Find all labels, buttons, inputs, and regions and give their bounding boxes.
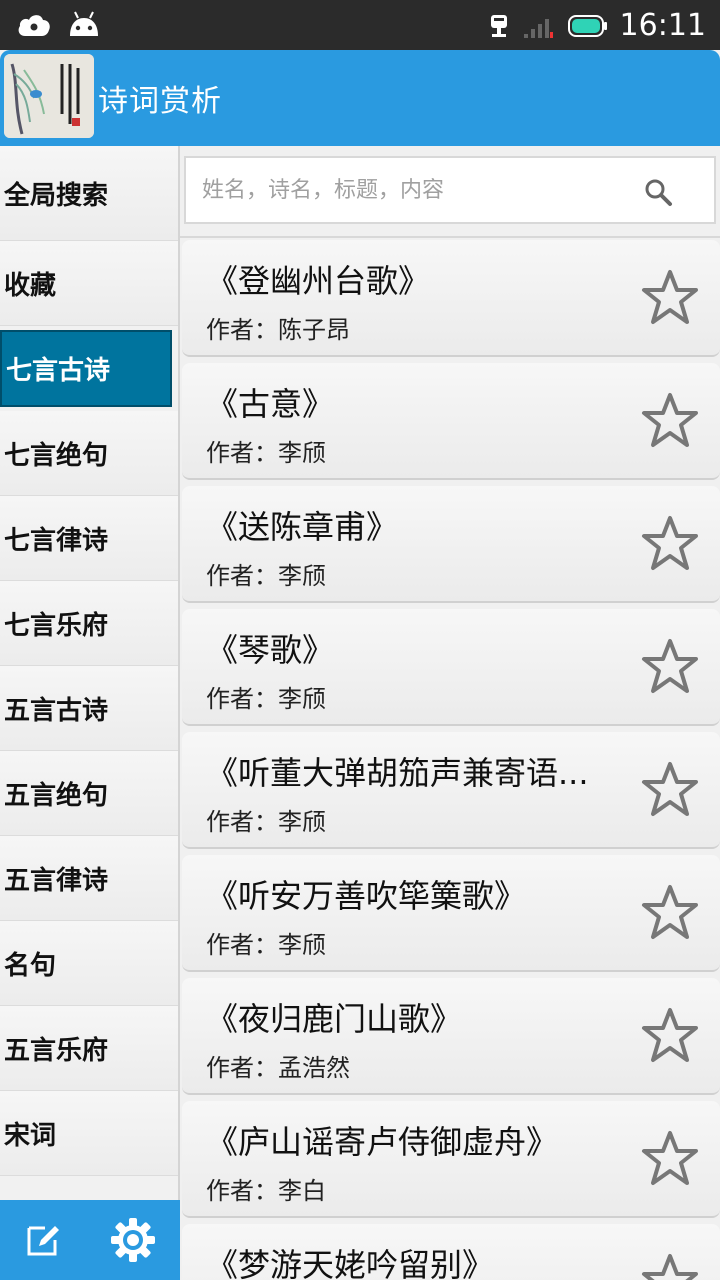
list-item[interactable]: 《登幽州台歌》 作者：陈子昂 (182, 240, 720, 357)
search-box (184, 156, 716, 224)
poem-author: 作者：孟浩然 (206, 1054, 350, 1082)
app-bar: 诗词赏析 (0, 50, 720, 146)
poem-author: 作者：李颀 (206, 931, 326, 959)
poem-title: 《古意》 (206, 385, 335, 423)
logo-painting-icon (4, 54, 94, 138)
battery-icon (567, 15, 607, 37)
poem-author: 作者：李颀 (206, 808, 326, 836)
poem-title: 《送陈章甫》 (206, 508, 399, 546)
sidebar-item-mingju[interactable]: 名句 (0, 921, 178, 1006)
star-outline-icon[interactable] (638, 1127, 702, 1191)
poem-title: 《庐山谣寄卢侍御虚舟》 (206, 1123, 559, 1161)
poem-title: 《梦游天姥吟留别》 (206, 1246, 495, 1280)
star-outline-icon[interactable] (638, 512, 702, 576)
sidebar-toolbar (0, 1200, 180, 1280)
list-item[interactable]: 《夜归鹿门山歌》 作者：孟浩然 (182, 978, 720, 1095)
list-item[interactable]: 《庐山谣寄卢侍御虚舟》 作者：李白 (182, 1101, 720, 1218)
poem-title: 《登幽州台歌》 (206, 262, 431, 300)
usb-debug-icon (490, 15, 507, 37)
star-outline-icon[interactable] (638, 266, 702, 330)
poem-title: 《听董大弹胡笳声兼寄语... (206, 754, 589, 792)
list-item[interactable]: 《琴歌》 作者：李颀 (182, 609, 720, 726)
sidebar-item-global-search[interactable]: 全局搜索 (0, 146, 178, 241)
sidebar-item-wuyan-lvshi[interactable]: 五言律诗 (0, 836, 178, 921)
poem-title: 《夜归鹿门山歌》 (206, 1000, 463, 1038)
list-item[interactable]: 《送陈章甫》 作者：李颀 (182, 486, 720, 603)
status-time: 16:11 (619, 8, 706, 43)
search-input[interactable] (202, 170, 622, 210)
sidebar-item-qiyan-lvshi[interactable]: 七言律诗 (0, 496, 178, 581)
poem-author: 作者：李颀 (206, 439, 326, 467)
sidebar-item-wuyan-gushi[interactable]: 五言古诗 (0, 666, 178, 751)
poem-author: 作者：李颀 (206, 685, 326, 713)
star-outline-icon[interactable] (638, 758, 702, 822)
list-item[interactable]: 《古意》 作者：李颀 (182, 363, 720, 480)
sidebar-item-qiyan-gushi[interactable]: 七言古诗 (0, 330, 172, 407)
poem-title: 《琴歌》 (206, 631, 335, 669)
poem-title: 《听安万善吹筚篥歌》 (206, 877, 527, 915)
sidebar-item-qiyan-yuefu[interactable]: 七言乐府 (0, 581, 178, 666)
list-item[interactable]: 《听董大弹胡笳声兼寄语... 作者：李颀 (182, 732, 720, 849)
star-outline-icon[interactable] (638, 1004, 702, 1068)
sidebar-item-favorites[interactable]: 收藏 (0, 241, 178, 326)
gear-icon[interactable] (108, 1215, 158, 1265)
poem-author: 作者：李颀 (206, 562, 326, 590)
status-bar: 16:11 (0, 0, 720, 50)
app-title: 诗词赏析 (98, 84, 222, 119)
star-outline-icon[interactable] (638, 635, 702, 699)
status-bar-right: 16:11 (488, 6, 706, 46)
sidebar-item-wuyan-jueju[interactable]: 五言绝句 (0, 751, 178, 836)
edit-icon[interactable] (23, 1220, 63, 1260)
search-icon[interactable] (642, 176, 674, 208)
poem-author: 作者：陈子昂 (206, 316, 350, 344)
android-icon (70, 11, 98, 36)
cloud-icon (18, 15, 50, 36)
star-outline-icon[interactable] (638, 881, 702, 945)
star-outline-icon[interactable] (638, 1250, 702, 1280)
sidebar-item-wuyan-yuefu[interactable]: 五言乐府 (0, 1006, 178, 1091)
sidebar-item-songci[interactable]: 宋词 (0, 1091, 178, 1176)
status-bar-left (16, 10, 102, 38)
poem-author: 作者：李白 (206, 1177, 326, 1205)
category-sidebar: 全局搜索 收藏 七言古诗 七言绝句 七言律诗 七言乐府 五言古诗 五言绝句 五言… (0, 146, 180, 1200)
signal-icon (523, 19, 553, 38)
app-logo (4, 54, 94, 138)
sidebar-item-qiyan-jueju[interactable]: 七言绝句 (0, 411, 178, 496)
list-item[interactable]: 《梦游天姥吟留别》 (182, 1224, 720, 1280)
poem-list: 《登幽州台歌》 作者：陈子昂 《古意》 作者：李颀 《送陈章甫》 作者：李颀 《… (182, 240, 720, 1280)
divider (180, 236, 720, 238)
list-item[interactable]: 《听安万善吹筚篥歌》 作者：李颀 (182, 855, 720, 972)
star-outline-icon[interactable] (638, 389, 702, 453)
